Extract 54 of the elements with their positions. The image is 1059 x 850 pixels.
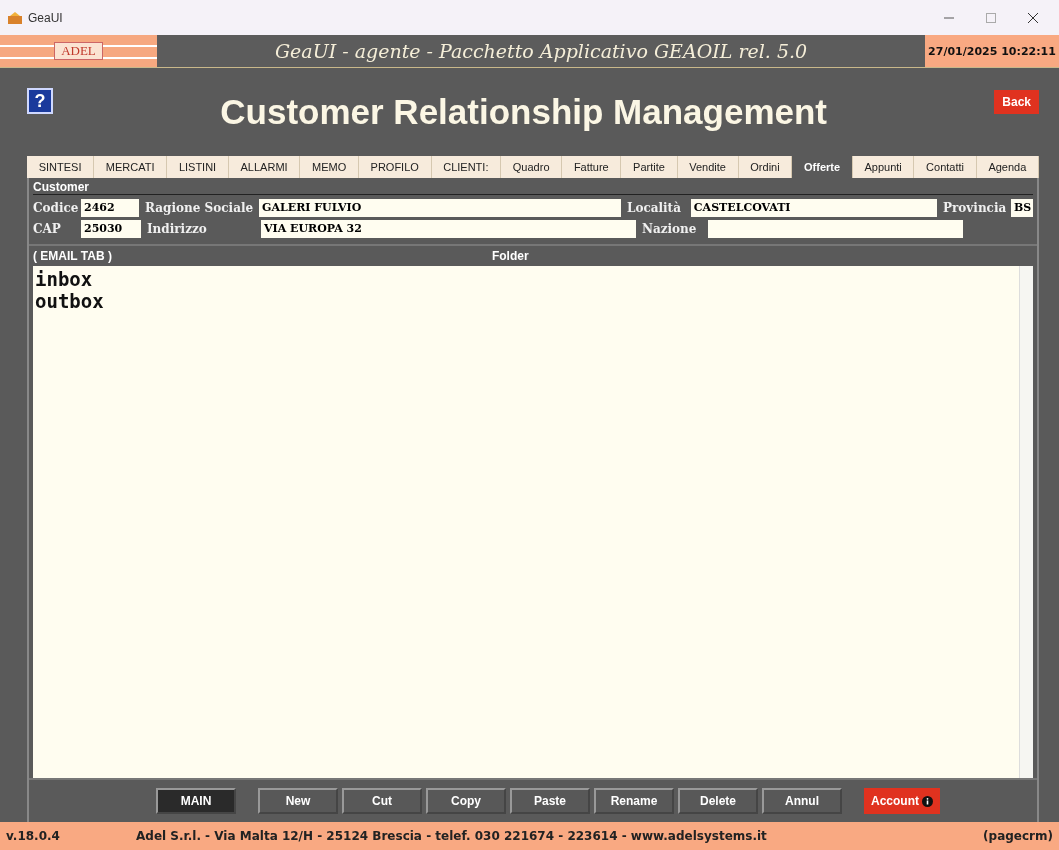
column-header: Folder <box>491 249 529 263</box>
input-field[interactable] <box>708 220 963 238</box>
action-button[interactable]: Annul <box>762 788 842 814</box>
tab[interactable]: MERCATI <box>94 156 168 178</box>
input-field[interactable]: GALERI FULVIO <box>259 199 621 217</box>
app-title: GeaUI - agente - Pacchetto Applicativo GEAOIL rel. 5.0 <box>273 39 809 64</box>
field-label: Indirizzo <box>147 222 208 236</box>
app-icon <box>8 11 22 24</box>
datetime: 27/01/2025 10:22:11 <box>925 35 1059 67</box>
tab[interactable]: Vendite <box>677 156 739 178</box>
action-button[interactable]: Copy <box>426 788 506 814</box>
action-button[interactable]: MAIN <box>156 788 236 814</box>
action-button[interactable]: New <box>258 788 338 814</box>
input-field[interactable]: VIA EUROPA 32 <box>261 220 636 238</box>
tab[interactable]: CLIENTI: <box>431 156 502 178</box>
field-label: Provincia <box>943 201 1005 215</box>
tab[interactable]: Fatture <box>562 156 622 178</box>
action-button[interactable]: Paste <box>510 788 590 814</box>
tab[interactable]: ALLARMI <box>228 156 301 178</box>
page-title: Customer Relationship Management <box>219 92 829 132</box>
tab[interactable]: MEMO <box>300 156 359 178</box>
back-button[interactable]: Back <box>994 90 1039 114</box>
help-button[interactable]: ? <box>27 88 53 114</box>
tab[interactable]: Appunti <box>852 156 915 178</box>
action-button[interactable]: Account <box>864 788 940 814</box>
action-button[interactable]: Rename <box>594 788 674 814</box>
tab[interactable]: Contatti <box>914 156 977 178</box>
tab[interactable]: Agenda <box>976 156 1039 178</box>
window-title: GeaUI <box>28 10 64 25</box>
logo-text: ADEL <box>54 42 103 60</box>
tab[interactable]: Quadro <box>501 156 563 178</box>
action-button[interactable]: Cut <box>342 788 422 814</box>
tab[interactable]: Ordini <box>738 156 793 178</box>
info-icon <box>922 795 933 807</box>
section-label: ( EMAIL TAB ) <box>33 249 112 263</box>
version-text: v.18.0.4 <box>6 829 61 843</box>
input-field[interactable]: 25030 <box>81 220 141 238</box>
action-button[interactable]: Delete <box>678 788 758 814</box>
input-field[interactable]: 2462 <box>81 199 140 217</box>
field-label: Ragione Sociale <box>145 201 254 215</box>
folder-item[interactable]: outbox <box>35 290 1019 312</box>
field-label: Località <box>626 201 682 215</box>
tab[interactable]: LISTINI <box>167 156 229 178</box>
page-id: (pagecrm) <box>983 829 1053 843</box>
company-info: Adel S.r.l. - Via Malta 12/H - 25124 Brescia - telef. 030 221674 - 223614 - www.adelsystems.it <box>136 829 768 843</box>
field-label: Nazione <box>642 222 698 236</box>
tab[interactable]: PROFILO <box>358 156 432 178</box>
tab[interactable]: Partite <box>621 156 678 178</box>
field-label: CAP <box>33 222 62 236</box>
folder-item[interactable]: inbox <box>35 268 1019 290</box>
input-field[interactable]: CASTELCOVATI <box>690 199 937 217</box>
tab[interactable]: SINTESI <box>27 156 95 178</box>
input-field[interactable]: BS <box>1011 199 1033 217</box>
section-legend: Customer <box>33 180 1033 195</box>
